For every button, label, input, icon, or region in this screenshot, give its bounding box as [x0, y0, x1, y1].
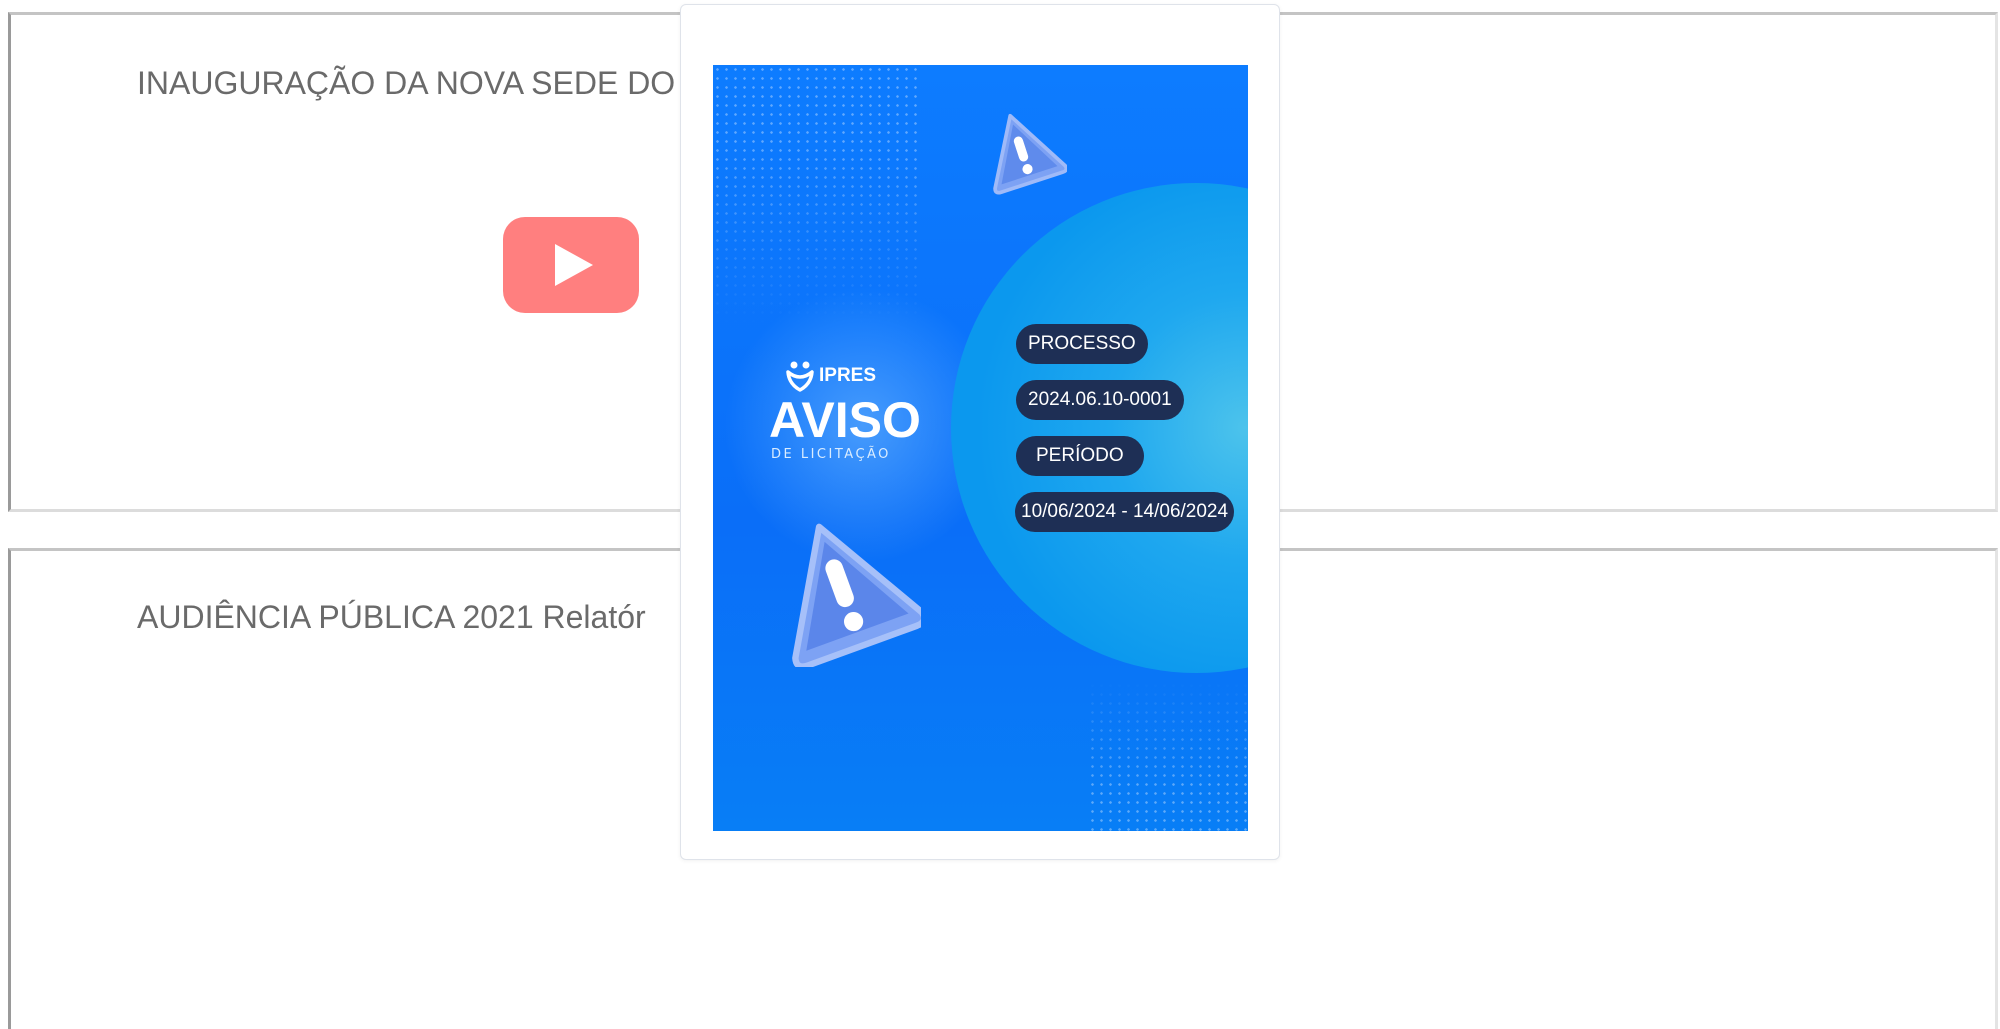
dot-pattern	[1088, 681, 1248, 831]
ipres-logo-icon	[786, 361, 814, 392]
poster-subtitle: DE LICITAÇÃO	[771, 447, 891, 462]
ipres-logo: IPRES	[785, 359, 876, 393]
youtube-play-icon	[555, 244, 593, 286]
period-range: 10/06/2024 - 14/06/2024	[1015, 492, 1235, 532]
process-label: PROCESSO	[1016, 324, 1148, 364]
poster-circle	[951, 183, 1248, 673]
process-number: 2024.06.10-0001	[1016, 380, 1184, 420]
period-label: PERÍODO	[1016, 436, 1144, 476]
warning-triangle-icon	[993, 113, 1067, 195]
announcement-popup: IPRES AVISO DE LICITAÇÃO PROCESSO 2024.0…	[680, 4, 1280, 860]
aviso-licitacao-poster[interactable]: IPRES AVISO DE LICITAÇÃO PROCESSO 2024.0…	[713, 65, 1248, 831]
brand-name: IPRES	[819, 365, 877, 386]
youtube-play-button[interactable]	[503, 217, 639, 313]
video-title[interactable]: AUDIÊNCIA PÚBLICA 2021 Relatór	[137, 599, 646, 636]
video-title[interactable]: INAUGURAÇÃO DA NOVA SEDE DO	[137, 65, 675, 102]
poster-title: AVISO	[769, 392, 921, 448]
page: INAUGURAÇÃO DA NOVA SEDE DO AUDIÊNCIA PÚ…	[0, 0, 2000, 1029]
warning-triangle-icon	[792, 523, 921, 667]
